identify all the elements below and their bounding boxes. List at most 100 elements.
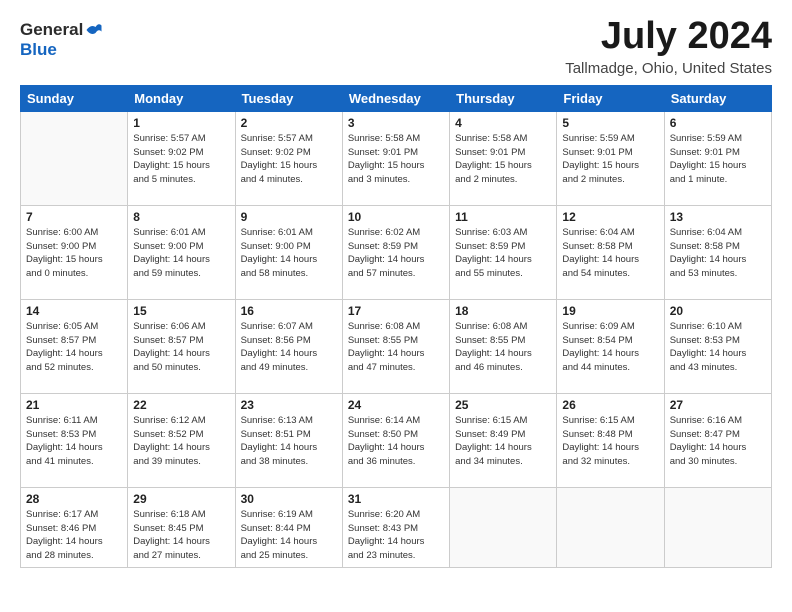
day-info: Sunrise: 6:01 AM Sunset: 9:00 PM Dayligh… <box>133 226 229 281</box>
day-cell: 11 Sunrise: 6:03 AM Sunset: 8:59 PM Dayli… <box>450 205 557 299</box>
day-info: Sunrise: 6:05 AM Sunset: 8:57 PM Dayligh… <box>26 320 122 375</box>
day-cell <box>664 487 771 567</box>
header-monday: Monday <box>128 85 235 111</box>
day-cell: 21 Sunrise: 6:11 AM Sunset: 8:53 PM Dayli… <box>21 393 128 487</box>
day-info: Sunrise: 6:12 AM Sunset: 8:52 PM Dayligh… <box>133 414 229 469</box>
day-cell: 17Sunrise: 6:08 AM Sunset: 8:55 PM Dayli… <box>342 299 449 393</box>
day-cell: 26Sunrise: 6:15 AM Sunset: 8:48 PM Dayli… <box>557 393 664 487</box>
header-thursday: Thursday <box>450 85 557 111</box>
day-number: 30 <box>241 492 337 506</box>
day-number: 12 <box>562 210 658 224</box>
day-info: Sunrise: 6:18 AM Sunset: 8:45 PM Dayligh… <box>133 508 229 563</box>
day-info: Sunrise: 6:11 AM Sunset: 8:53 PM Dayligh… <box>26 414 122 469</box>
day-number: 28 <box>26 492 122 506</box>
header-saturday: Saturday <box>664 85 771 111</box>
day-info: Sunrise: 6:13 AM Sunset: 8:51 PM Dayligh… <box>241 414 337 469</box>
day-cell: 12 Sunrise: 6:04 AM Sunset: 8:58 PM Dayli… <box>557 205 664 299</box>
day-info: Sunrise: 6:15 AM Sunset: 8:49 PM Dayligh… <box>455 414 551 469</box>
day-number: 10 <box>348 210 444 224</box>
day-cell: 15Sunrise: 6:06 AM Sunset: 8:57 PM Dayli… <box>128 299 235 393</box>
day-info: Sunrise: 6:20 AM Sunset: 8:43 PM Dayligh… <box>348 508 444 563</box>
day-cell: 14 Sunrise: 6:05 AM Sunset: 8:57 PM Dayli… <box>21 299 128 393</box>
day-number: 7 <box>26 210 122 224</box>
day-info: Sunrise: 6:06 AM Sunset: 8:57 PM Dayligh… <box>133 320 229 375</box>
day-info: Sunrise: 6:01 AM Sunset: 9:00 PM Dayligh… <box>241 226 337 281</box>
day-info: Sunrise: 6:04 AM Sunset: 8:58 PM Dayligh… <box>670 226 766 281</box>
day-info: Sunrise: 5:57 AM Sunset: 9:02 PM Dayligh… <box>133 132 229 187</box>
day-number: 16 <box>241 304 337 318</box>
day-cell: 9 Sunrise: 6:01 AM Sunset: 9:00 PM Daylig… <box>235 205 342 299</box>
day-number: 6 <box>670 116 766 130</box>
day-info: Sunrise: 6:02 AM Sunset: 8:59 PM Dayligh… <box>348 226 444 281</box>
day-info: Sunrise: 6:09 AM Sunset: 8:54 PM Dayligh… <box>562 320 658 375</box>
day-cell: 16 Sunrise: 6:07 AM Sunset: 8:56 PM Dayli… <box>235 299 342 393</box>
day-cell: 3 Sunrise: 5:58 AM Sunset: 9:01 PM Daylig… <box>342 111 449 205</box>
day-number: 2 <box>241 116 337 130</box>
day-number: 21 <box>26 398 122 412</box>
day-info: Sunrise: 6:04 AM Sunset: 8:58 PM Dayligh… <box>562 226 658 281</box>
day-cell: 6 Sunrise: 5:59 AM Sunset: 9:01 PM Daylig… <box>664 111 771 205</box>
day-number: 31 <box>348 492 444 506</box>
day-info: Sunrise: 6:07 AM Sunset: 8:56 PM Dayligh… <box>241 320 337 375</box>
day-number: 9 <box>241 210 337 224</box>
day-info: Sunrise: 5:59 AM Sunset: 9:01 PM Dayligh… <box>670 132 766 187</box>
logo-general: General <box>20 20 83 40</box>
day-cell: 29 Sunrise: 6:18 AM Sunset: 8:45 PM Dayli… <box>128 487 235 567</box>
day-info: Sunrise: 6:00 AM Sunset: 9:00 PM Dayligh… <box>26 226 122 281</box>
day-number: 1 <box>133 116 229 130</box>
day-info: Sunrise: 6:16 AM Sunset: 8:47 PM Dayligh… <box>670 414 766 469</box>
day-cell: 24Sunrise: 6:14 AM Sunset: 8:50 PM Dayli… <box>342 393 449 487</box>
header-friday: Friday <box>557 85 664 111</box>
day-cell: 25Sunrise: 6:15 AM Sunset: 8:49 PM Dayli… <box>450 393 557 487</box>
day-cell: 28Sunrise: 6:17 AM Sunset: 8:46 PM Dayli… <box>21 487 128 567</box>
day-cell <box>21 111 128 205</box>
logo-icon <box>85 21 103 39</box>
day-cell: 1 Sunrise: 5:57 AM Sunset: 9:02 PM Daylig… <box>128 111 235 205</box>
day-number: 23 <box>241 398 337 412</box>
day-cell: 7 Sunrise: 6:00 AM Sunset: 9:00 PM Daylig… <box>21 205 128 299</box>
header-sunday: Sunday <box>21 85 128 111</box>
day-number: 22 <box>133 398 229 412</box>
day-number: 3 <box>348 116 444 130</box>
day-cell: 19 Sunrise: 6:09 AM Sunset: 8:54 PM Dayli… <box>557 299 664 393</box>
day-info: Sunrise: 6:15 AM Sunset: 8:48 PM Dayligh… <box>562 414 658 469</box>
day-info: Sunrise: 6:03 AM Sunset: 8:59 PM Dayligh… <box>455 226 551 281</box>
day-info: Sunrise: 6:14 AM Sunset: 8:50 PM Dayligh… <box>348 414 444 469</box>
day-number: 11 <box>455 210 551 224</box>
day-number: 17 <box>348 304 444 318</box>
day-cell: 31 Sunrise: 6:20 AM Sunset: 8:43 PM Dayli… <box>342 487 449 567</box>
calendar-table: Sunday Monday Tuesday Wednesday Thursday… <box>20 85 772 568</box>
day-cell: 20 Sunrise: 6:10 AM Sunset: 8:53 PM Dayli… <box>664 299 771 393</box>
day-info: Sunrise: 5:57 AM Sunset: 9:02 PM Dayligh… <box>241 132 337 187</box>
day-number: 19 <box>562 304 658 318</box>
day-info: Sunrise: 5:58 AM Sunset: 9:01 PM Dayligh… <box>455 132 551 187</box>
day-info: Sunrise: 6:10 AM Sunset: 8:53 PM Dayligh… <box>670 320 766 375</box>
day-number: 14 <box>26 304 122 318</box>
page: General Blue July 2024 Tallmadge, Ohio, … <box>0 0 792 612</box>
day-info: Sunrise: 5:59 AM Sunset: 9:01 PM Dayligh… <box>562 132 658 187</box>
day-number: 4 <box>455 116 551 130</box>
day-number: 29 <box>133 492 229 506</box>
day-cell: 27 Sunrise: 6:16 AM Sunset: 8:47 PM Dayli… <box>664 393 771 487</box>
logo: General Blue <box>20 20 103 60</box>
header-row: Sunday Monday Tuesday Wednesday Thursday… <box>21 85 772 111</box>
day-cell: 8Sunrise: 6:01 AM Sunset: 9:00 PM Daylig… <box>128 205 235 299</box>
header-tuesday: Tuesday <box>235 85 342 111</box>
day-cell: 10 Sunrise: 6:02 AM Sunset: 8:59 PM Dayli… <box>342 205 449 299</box>
day-info: Sunrise: 5:58 AM Sunset: 9:01 PM Dayligh… <box>348 132 444 187</box>
day-info: Sunrise: 6:19 AM Sunset: 8:44 PM Dayligh… <box>241 508 337 563</box>
day-cell: 2 Sunrise: 5:57 AM Sunset: 9:02 PM Daylig… <box>235 111 342 205</box>
day-number: 27 <box>670 398 766 412</box>
month-title: July 2024 <box>565 16 772 58</box>
day-number: 18 <box>455 304 551 318</box>
title-area: July 2024 Tallmadge, Ohio, United States <box>565 16 772 77</box>
day-number: 20 <box>670 304 766 318</box>
day-cell: 5Sunrise: 5:59 AM Sunset: 9:01 PM Daylig… <box>557 111 664 205</box>
day-cell: 13Sunrise: 6:04 AM Sunset: 8:58 PM Dayli… <box>664 205 771 299</box>
day-info: Sunrise: 6:08 AM Sunset: 8:55 PM Dayligh… <box>455 320 551 375</box>
day-cell <box>450 487 557 567</box>
logo-blue: Blue <box>20 40 57 60</box>
header-wednesday: Wednesday <box>342 85 449 111</box>
header: General Blue July 2024 Tallmadge, Ohio, … <box>20 16 772 77</box>
day-cell: 23 Sunrise: 6:13 AM Sunset: 8:51 PM Dayli… <box>235 393 342 487</box>
